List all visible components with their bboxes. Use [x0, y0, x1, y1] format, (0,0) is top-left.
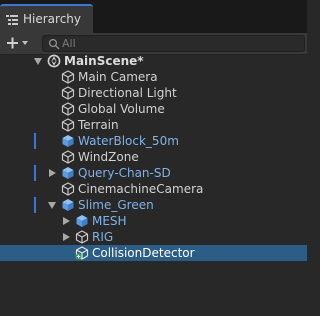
gameobject-cube-icon	[61, 118, 75, 132]
override-marker	[34, 165, 36, 181]
tree-row-directional-light[interactable]: Directional Light	[0, 85, 307, 101]
tree-item-label: MESH	[92, 214, 127, 228]
gameobject-cube-icon	[61, 70, 75, 84]
tree-item-label: Slime_Green	[78, 198, 154, 212]
prefab-cube-icon	[62, 199, 74, 211]
plus-dropdown-icon[interactable]	[4, 35, 36, 52]
tree-item-label: RIG	[92, 230, 114, 244]
override-marker	[34, 133, 36, 149]
expand-arrow-icon[interactable]	[34, 58, 42, 65]
tree-row-collision-detector[interactable]: CollisionDetector	[0, 245, 307, 261]
tree-row-rig[interactable]: RIG	[0, 229, 307, 245]
tree-row-query-chan[interactable]: Query-Chan-SD	[0, 165, 307, 181]
tree-row-cinemachine[interactable]: CinemachineCamera	[0, 181, 307, 197]
unity-scene-icon	[47, 54, 61, 68]
gameobject-cube-icon	[61, 86, 75, 100]
tree-row-mainscene[interactable]: MainScene*	[0, 53, 307, 69]
tree-row-mesh[interactable]: MESH	[0, 213, 307, 229]
tree-row-global-volume[interactable]: Global Volume	[0, 101, 307, 117]
gameobject-cube-icon	[61, 182, 75, 196]
tree-item-label: Main Camera	[78, 70, 158, 84]
search-input[interactable]	[62, 36, 300, 51]
prefab-cube-icon	[76, 215, 88, 227]
expand-arrow-icon[interactable]	[63, 217, 70, 225]
tab-bar: Hierarchy	[0, 0, 307, 33]
tree-item-label: MainScene*	[64, 54, 144, 68]
expand-arrow-icon[interactable]	[48, 202, 56, 209]
tree-item-label: Terrain	[78, 118, 119, 132]
gameobject-cube-icon	[75, 230, 89, 244]
prefab-cube-icon	[62, 167, 74, 179]
tab-hierarchy[interactable]: Hierarchy	[0, 4, 93, 33]
override-marker	[34, 197, 36, 213]
tree-item-label: Global Volume	[78, 102, 165, 116]
prefab-cube-icon	[62, 135, 74, 147]
tree-item-label: WindZone	[78, 150, 139, 164]
expand-arrow-icon[interactable]	[63, 233, 70, 241]
gameobject-cube-icon	[61, 150, 75, 164]
expand-arrow-icon[interactable]	[49, 169, 56, 177]
tree-row-slime-green[interactable]: Slime_Green	[0, 197, 307, 213]
hierarchy-toolbar	[0, 33, 307, 55]
search-icon	[48, 38, 60, 50]
tree-item-label: WaterBlock_50m	[78, 134, 179, 148]
tree-item-label: Directional Light	[78, 86, 177, 100]
tree-item-label: Query-Chan-SD	[78, 166, 171, 180]
gameobject-cube-icon	[61, 102, 75, 116]
tree-row-windzone[interactable]: WindZone	[0, 149, 307, 165]
hierarchy-list-icon	[6, 15, 18, 25]
tree-row-terrain[interactable]: Terrain	[0, 117, 307, 133]
tree-row-waterblock[interactable]: WaterBlock_50m	[0, 133, 307, 149]
tree-item-label: CinemachineCamera	[78, 182, 204, 196]
tree-item-label: CollisionDetector	[92, 246, 195, 260]
tree-row-main-camera[interactable]: Main Camera	[0, 69, 307, 85]
added-gameobject-cube-icon	[75, 246, 89, 260]
tab-title: Hierarchy	[23, 12, 82, 26]
search-field[interactable]	[42, 35, 305, 52]
